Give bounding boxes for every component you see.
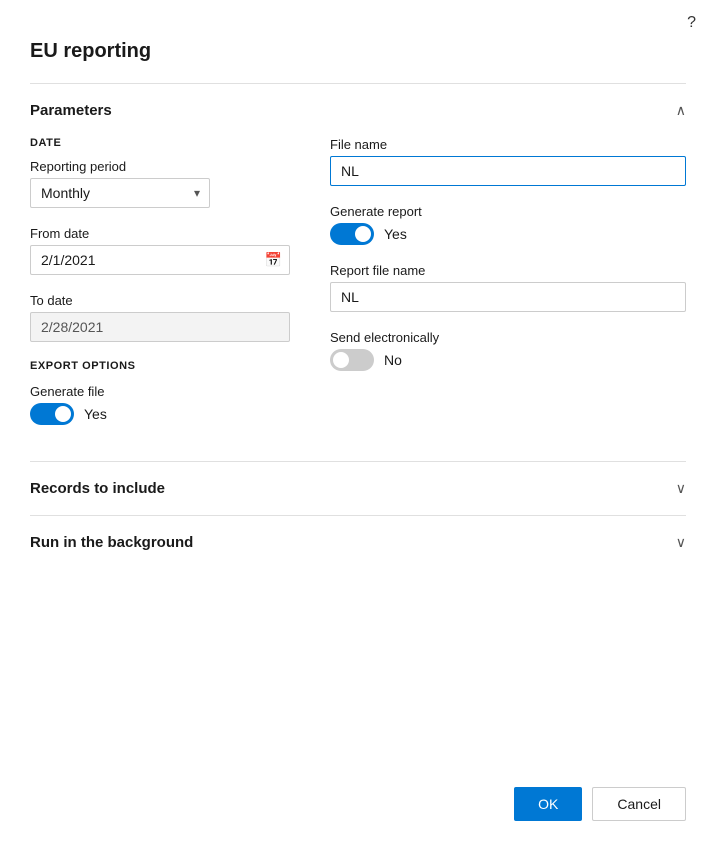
to-date-input: [30, 312, 290, 342]
send-electronically-group: Send electronically No: [330, 330, 686, 371]
file-name-input[interactable]: [330, 156, 686, 186]
reporting-period-select-wrapper: Monthly Quarterly Yearly ▾: [30, 178, 210, 208]
file-name-group: File name: [330, 137, 686, 186]
send-electronically-toggle-thumb: [333, 352, 349, 368]
send-electronically-toggle[interactable]: [330, 349, 374, 371]
parameters-section: Parameters ∧ DATE Reporting period Month…: [30, 83, 686, 449]
background-section-header[interactable]: Run in the background ∨: [30, 516, 686, 569]
records-section: Records to include ∨: [30, 461, 686, 515]
from-date-group: From date 📅: [30, 226, 290, 275]
send-electronically-toggle-row: No: [330, 349, 686, 371]
background-chevron-icon: ∨: [676, 534, 686, 551]
send-electronically-label: Send electronically: [330, 330, 686, 345]
file-name-label: File name: [330, 137, 686, 152]
generate-report-toggle[interactable]: [330, 223, 374, 245]
from-date-input[interactable]: [30, 245, 290, 275]
file-name-column: File name Generate report Yes: [330, 137, 686, 425]
parameters-section-body: DATE Reporting period Monthly Quarterly …: [30, 137, 686, 449]
reporting-period-group: Reporting period Monthly Quarterly Yearl…: [30, 159, 290, 208]
parameters-section-title: Parameters: [30, 102, 112, 119]
background-section-title: Run in the background: [30, 534, 193, 551]
generate-report-group: Generate report Yes: [330, 204, 686, 245]
send-electronically-toggle-label: No: [384, 352, 402, 368]
to-date-wrapper: [30, 312, 290, 342]
from-date-label: From date: [30, 226, 290, 241]
date-label: DATE: [30, 137, 290, 149]
ok-button[interactable]: OK: [514, 787, 582, 821]
date-column: DATE Reporting period Monthly Quarterly …: [30, 137, 290, 425]
generate-file-toggle-row: Yes: [30, 403, 290, 425]
to-date-label: To date: [30, 293, 290, 308]
parameters-two-col: DATE Reporting period Monthly Quarterly …: [30, 137, 686, 425]
footer: OK Cancel: [514, 787, 686, 821]
generate-file-toggle-label: Yes: [84, 406, 107, 422]
export-options-section: EXPORT OPTIONS Generate file Yes: [30, 360, 290, 425]
report-file-name-input[interactable]: [330, 282, 686, 312]
report-file-name-label: Report file name: [330, 263, 686, 278]
cancel-button[interactable]: Cancel: [592, 787, 686, 821]
help-icon[interactable]: ?: [687, 14, 696, 32]
background-section: Run in the background ∨: [30, 515, 686, 569]
records-section-title: Records to include: [30, 480, 165, 497]
from-date-wrapper: 📅: [30, 245, 290, 275]
report-file-name-group: Report file name: [330, 263, 686, 312]
records-section-header[interactable]: Records to include ∨: [30, 462, 686, 515]
generate-report-toggle-thumb: [355, 226, 371, 242]
generate-report-toggle-label: Yes: [384, 226, 407, 242]
generate-report-label: Generate report: [330, 204, 686, 219]
records-chevron-icon: ∨: [676, 480, 686, 497]
parameters-section-header[interactable]: Parameters ∧: [30, 84, 686, 137]
page-title: EU reporting: [0, 0, 716, 83]
to-date-group: To date: [30, 293, 290, 342]
reporting-period-label: Reporting period: [30, 159, 290, 174]
generate-report-toggle-row: Yes: [330, 223, 686, 245]
generate-file-toggle-thumb: [55, 406, 71, 422]
generate-file-label: Generate file: [30, 384, 290, 399]
reporting-period-select[interactable]: Monthly Quarterly Yearly: [30, 178, 210, 208]
parameters-chevron-icon: ∧: [676, 102, 686, 119]
generate-file-toggle[interactable]: [30, 403, 74, 425]
export-options-label: EXPORT OPTIONS: [30, 360, 290, 372]
from-date-calendar-icon[interactable]: 📅: [265, 252, 282, 269]
